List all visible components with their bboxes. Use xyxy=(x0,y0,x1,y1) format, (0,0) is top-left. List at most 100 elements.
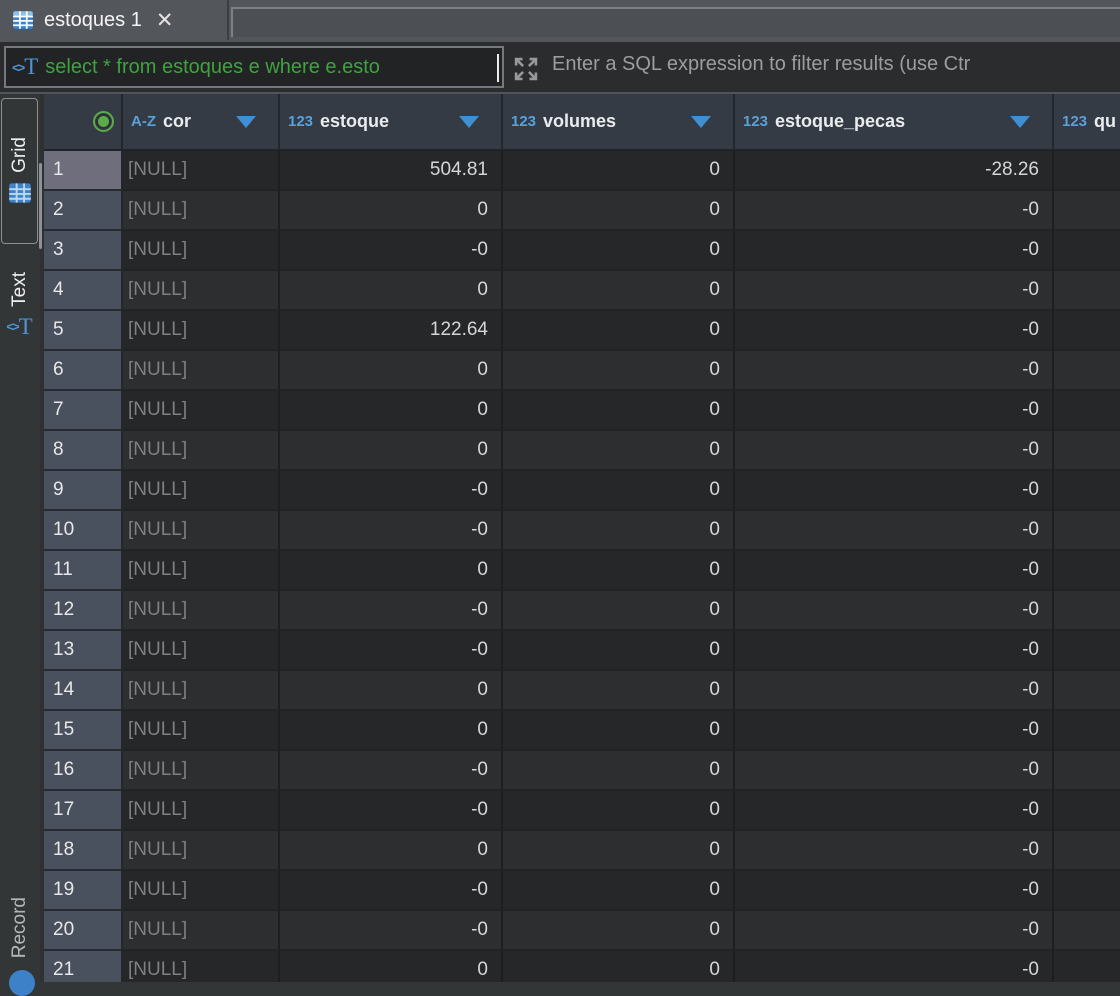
cell-cor[interactable]: [NULL] xyxy=(123,231,280,271)
cell-estoque[interactable]: -0 xyxy=(280,751,503,791)
cell-cor[interactable]: [NULL] xyxy=(123,471,280,511)
cell-estoque-pecas[interactable]: -0 xyxy=(735,631,1054,671)
column-header-estoque[interactable]: 123 estoque xyxy=(280,94,503,149)
column-header-cor[interactable]: A-Z cor xyxy=(123,94,280,149)
cell-qu[interactable] xyxy=(1054,711,1120,751)
close-icon[interactable]: ✕ xyxy=(156,8,174,33)
cell-estoque[interactable]: 0 xyxy=(280,191,503,231)
row-number[interactable]: 18 xyxy=(44,831,123,871)
cell-estoque[interactable]: -0 xyxy=(280,591,503,631)
cell-cor[interactable]: [NULL] xyxy=(123,831,280,871)
sidebar-tab-text[interactable]: Text <>T xyxy=(1,248,38,364)
cell-estoque[interactable]: -0 xyxy=(280,231,503,271)
cell-estoque[interactable]: 122.64 xyxy=(280,311,503,351)
cell-cor[interactable]: [NULL] xyxy=(123,631,280,671)
cell-estoque-pecas[interactable]: -0 xyxy=(735,471,1054,511)
row-number[interactable]: 11 xyxy=(44,551,123,591)
cell-qu[interactable] xyxy=(1054,591,1120,631)
cell-estoque[interactable]: 0 xyxy=(280,391,503,431)
cell-volumes[interactable]: 0 xyxy=(503,591,735,631)
cell-qu[interactable] xyxy=(1054,231,1120,271)
cell-qu[interactable] xyxy=(1054,311,1120,351)
row-number[interactable]: 9 xyxy=(44,471,123,511)
cell-estoque[interactable]: 0 xyxy=(280,831,503,871)
tab-estoques[interactable]: estoques 1 ✕ xyxy=(0,0,229,40)
cell-cor[interactable]: [NULL] xyxy=(123,551,280,591)
cell-cor[interactable]: [NULL] xyxy=(123,951,280,982)
cell-qu[interactable] xyxy=(1054,551,1120,591)
cell-estoque[interactable]: -0 xyxy=(280,511,503,551)
sort-dropdown-icon[interactable] xyxy=(691,116,711,128)
cell-estoque[interactable]: -0 xyxy=(280,871,503,911)
cell-estoque-pecas[interactable]: -0 xyxy=(735,751,1054,791)
cell-cor[interactable]: [NULL] xyxy=(123,711,280,751)
cell-estoque[interactable]: -0 xyxy=(280,911,503,951)
radio-icon[interactable] xyxy=(93,111,114,132)
cell-estoque[interactable]: -0 xyxy=(280,631,503,671)
cell-estoque-pecas[interactable]: -0 xyxy=(735,271,1054,311)
cell-cor[interactable]: [NULL] xyxy=(123,671,280,711)
cell-estoque[interactable]: 0 xyxy=(280,671,503,711)
row-number[interactable]: 7 xyxy=(44,391,123,431)
cell-cor[interactable]: [NULL] xyxy=(123,191,280,231)
cell-volumes[interactable]: 0 xyxy=(503,431,735,471)
row-number[interactable]: 14 xyxy=(44,671,123,711)
cell-estoque-pecas[interactable]: -0 xyxy=(735,431,1054,471)
cell-estoque-pecas[interactable]: -0 xyxy=(735,871,1054,911)
column-header-qu[interactable]: 123 qu xyxy=(1054,94,1120,149)
cell-estoque-pecas[interactable]: -0 xyxy=(735,791,1054,831)
cell-volumes[interactable]: 0 xyxy=(503,391,735,431)
row-number[interactable]: 21 xyxy=(44,951,123,982)
cell-cor[interactable]: [NULL] xyxy=(123,351,280,391)
cell-cor[interactable]: [NULL] xyxy=(123,151,280,191)
cell-qu[interactable] xyxy=(1054,631,1120,671)
cell-qu[interactable] xyxy=(1054,431,1120,471)
cell-volumes[interactable]: 0 xyxy=(503,191,735,231)
cell-volumes[interactable]: 0 xyxy=(503,231,735,271)
cell-estoque-pecas[interactable]: -0 xyxy=(735,591,1054,631)
cell-cor[interactable]: [NULL] xyxy=(123,791,280,831)
cell-volumes[interactable]: 0 xyxy=(503,671,735,711)
row-number[interactable]: 16 xyxy=(44,751,123,791)
cell-estoque[interactable]: 0 xyxy=(280,951,503,982)
row-number[interactable]: 8 xyxy=(44,431,123,471)
cell-estoque[interactable]: -0 xyxy=(280,471,503,511)
cell-qu[interactable] xyxy=(1054,351,1120,391)
row-number[interactable]: 17 xyxy=(44,791,123,831)
cell-cor[interactable]: [NULL] xyxy=(123,751,280,791)
row-number[interactable]: 12 xyxy=(44,591,123,631)
cell-estoque-pecas[interactable]: -0 xyxy=(735,711,1054,751)
cell-qu[interactable] xyxy=(1054,671,1120,711)
cell-qu[interactable] xyxy=(1054,391,1120,431)
cell-cor[interactable]: [NULL] xyxy=(123,911,280,951)
row-number[interactable]: 19 xyxy=(44,871,123,911)
cell-volumes[interactable]: 0 xyxy=(503,151,735,191)
row-number[interactable]: 10 xyxy=(44,511,123,551)
cell-volumes[interactable]: 0 xyxy=(503,791,735,831)
scrollbar-thumb[interactable] xyxy=(39,163,42,249)
cell-estoque[interactable]: 0 xyxy=(280,551,503,591)
cell-estoque-pecas[interactable]: -0 xyxy=(735,831,1054,871)
row-number[interactable]: 15 xyxy=(44,711,123,751)
expand-icon[interactable] xyxy=(512,55,540,83)
cell-estoque[interactable]: -0 xyxy=(280,791,503,831)
cell-volumes[interactable]: 0 xyxy=(503,631,735,671)
cell-cor[interactable]: [NULL] xyxy=(123,511,280,551)
cell-estoque-pecas[interactable]: -0 xyxy=(735,951,1054,982)
cell-cor[interactable]: [NULL] xyxy=(123,271,280,311)
cell-cor[interactable]: [NULL] xyxy=(123,311,280,351)
cell-qu[interactable] xyxy=(1054,951,1120,982)
cell-volumes[interactable]: 0 xyxy=(503,751,735,791)
cell-estoque-pecas[interactable]: -0 xyxy=(735,551,1054,591)
filter-placeholder-input[interactable]: Enter a SQL expression to filter results… xyxy=(552,53,970,76)
cell-volumes[interactable]: 0 xyxy=(503,711,735,751)
cell-cor[interactable]: [NULL] xyxy=(123,591,280,631)
cell-qu[interactable] xyxy=(1054,871,1120,911)
cell-estoque[interactable]: 504.81 xyxy=(280,151,503,191)
cell-qu[interactable] xyxy=(1054,831,1120,871)
cell-estoque-pecas[interactable]: -28.26 xyxy=(735,151,1054,191)
cell-volumes[interactable]: 0 xyxy=(503,271,735,311)
cell-cor[interactable]: [NULL] xyxy=(123,871,280,911)
cell-estoque-pecas[interactable]: -0 xyxy=(735,391,1054,431)
cell-volumes[interactable]: 0 xyxy=(503,871,735,911)
